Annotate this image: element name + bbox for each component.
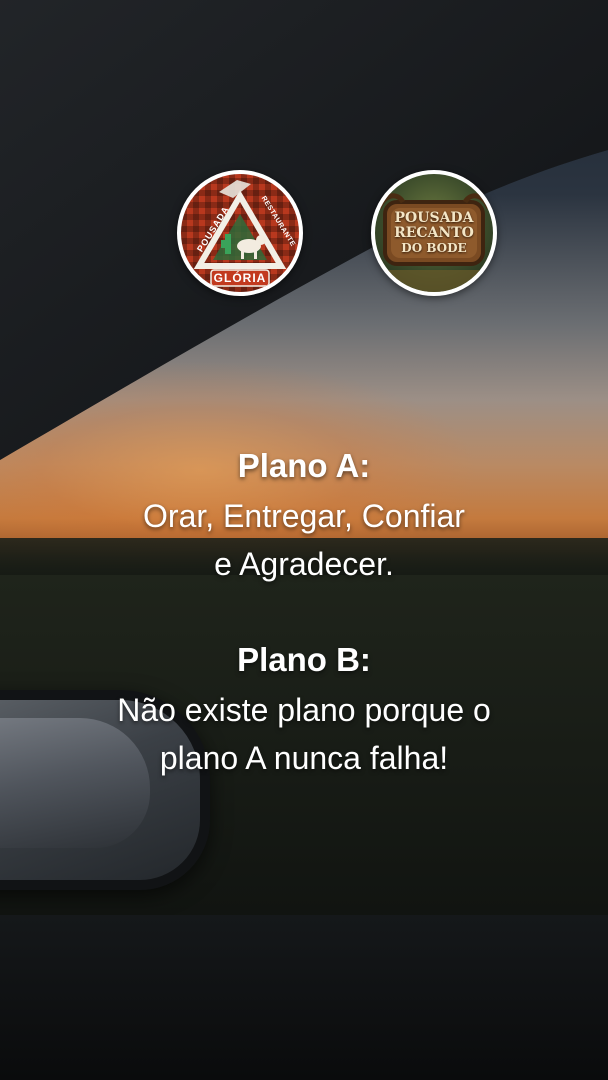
gloria-logo-text-bottom: GLÓRIA bbox=[213, 271, 267, 285]
pousada-gloria-logo[interactable]: POUSADA RESTAURANTE GLÓRIA bbox=[177, 170, 303, 296]
plano-b-line-1: Não existe plano porque o bbox=[117, 692, 491, 728]
car-dashboard bbox=[0, 915, 608, 1080]
plano-a-line-2: e Agradecer. bbox=[214, 546, 394, 582]
plano-a-line-1: Orar, Entregar, Confiar bbox=[143, 498, 465, 534]
bode-logo-line2: RECANTO bbox=[394, 225, 474, 241]
pousada-recanto-do-bode-logo[interactable]: POUSADA RECANTO DO BODE bbox=[371, 170, 497, 296]
plano-b-line-2: plano A nunca falha! bbox=[159, 740, 449, 776]
plano-a-title: Plano A: bbox=[237, 447, 371, 484]
plano-b-block: Plano B: Não existe plano porque o plano… bbox=[0, 640, 608, 782]
bode-logo-line1: POUSADA bbox=[394, 210, 474, 226]
bode-logo-text: POUSADA RECANTO DO BODE bbox=[375, 210, 493, 256]
plano-a-block: Plano A: Orar, Entregar, Confiar e Agrad… bbox=[0, 446, 608, 588]
plano-b-title: Plano B: bbox=[237, 641, 371, 678]
bode-logo-line3: DO BODE bbox=[401, 241, 467, 255]
